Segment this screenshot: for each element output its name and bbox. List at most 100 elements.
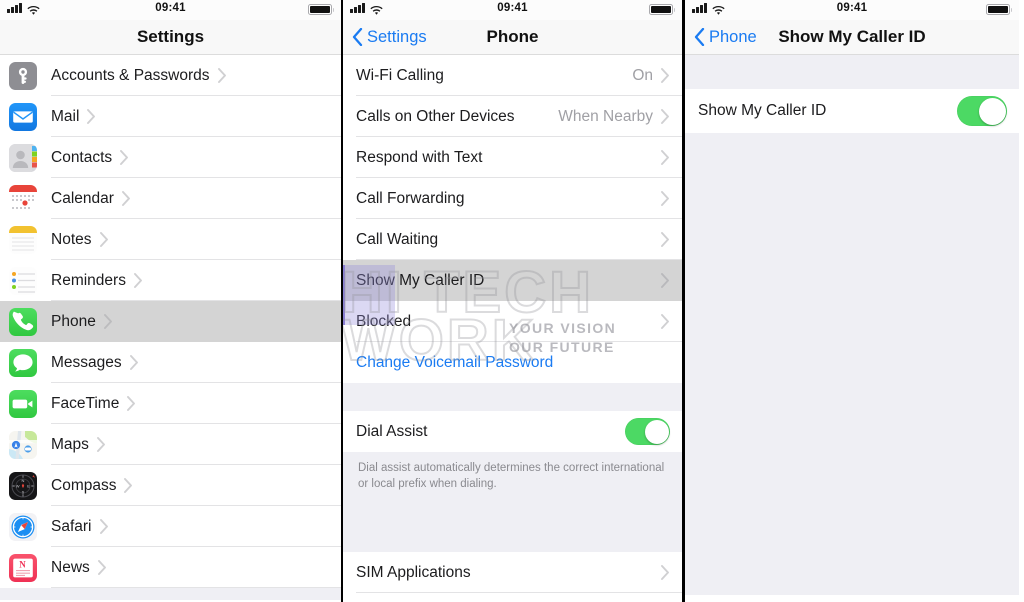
row-label: Respond with Text [356, 148, 483, 166]
sidebar-item-facetime[interactable]: FaceTime [0, 383, 341, 424]
battery-full-icon [985, 4, 1010, 15]
chevron-right-icon [661, 191, 670, 206]
safari-compass-icon [9, 512, 37, 541]
row-label: Blocked [356, 312, 412, 330]
status-bar-clock: 09:41 [155, 2, 186, 14]
chevron-right-icon [661, 109, 670, 124]
row-change-voicemail-password[interactable]: Change Voicemail Password [343, 342, 682, 383]
chevron-right-icon [129, 355, 139, 370]
nav-bar-phone: Settings Phone [343, 20, 682, 55]
sidebar-item-label: Notes [51, 230, 92, 248]
chevron-right-icon [661, 565, 670, 580]
chevron-right-icon [661, 150, 670, 165]
row-value: On [632, 66, 653, 84]
status-bar-right [648, 4, 675, 15]
status-bar: 09:41 [0, 0, 341, 20]
sidebar-item-label: Compass [51, 476, 117, 494]
row-show-my-caller-id-toggle[interactable]: Show My Caller ID [685, 89, 1019, 133]
chevron-right-icon [103, 314, 113, 329]
row-separator [51, 587, 341, 588]
sidebar-item-notes[interactable]: Notes [0, 219, 341, 260]
row-call-waiting[interactable]: Call Waiting [343, 219, 682, 260]
row-respond-with-text[interactable]: Respond with Text [343, 137, 682, 178]
chevron-right-icon [121, 191, 131, 206]
mail-envelope-icon [9, 102, 37, 131]
sidebar-item-mail[interactable]: Mail [0, 96, 341, 137]
sidebar-item-news[interactable]: N News [0, 547, 341, 588]
sidebar-item-calendar[interactable]: Calendar [0, 178, 341, 219]
facetime-camera-icon [9, 389, 37, 418]
top-gap [685, 55, 1019, 89]
sidebar-item-label: Maps [51, 435, 89, 453]
sidebar-item-label: Phone [51, 312, 96, 330]
show-caller-id-toggle[interactable] [957, 96, 1007, 126]
battery-cap [332, 7, 334, 12]
battery-full-icon [648, 4, 673, 15]
chevron-right-icon [120, 150, 129, 165]
row-label: Calls on Other Devices [356, 107, 515, 125]
sidebar-item-accounts-passwords[interactable]: Accounts & Passwords [0, 55, 341, 96]
status-bar: 09:41 [685, 0, 1019, 20]
sidebar-item-label: Messages [51, 353, 122, 371]
status-bar-clock: 09:41 [836, 2, 868, 14]
sidebar-item-contacts[interactable]: Contacts [0, 137, 341, 178]
settings-app-list: Accounts & Passwords Mail Contacts Calen… [0, 55, 341, 588]
sidebar-item-compass[interactable]: N SW E Compass [0, 465, 341, 506]
row-call-forwarding[interactable]: Call Forwarding [343, 178, 682, 219]
maps-icon [9, 430, 37, 459]
screen-show-my-caller-id: 09:41 Phone Show My Caller ID Show My Ca… [685, 0, 1019, 602]
key-icon [9, 61, 37, 90]
nav-bar-settings: Settings [0, 20, 341, 55]
nav-bar-caller-id: Phone Show My Caller ID [685, 20, 1019, 55]
screen-phone: 09:41 Settings Phone Wi-Fi Calling On Ca… [341, 0, 685, 602]
row-calls-on-other-devices[interactable]: Calls on Other Devices When Nearby [343, 96, 682, 137]
row-sim-applications[interactable]: SIM Applications [343, 552, 682, 594]
sidebar-item-reminders[interactable]: Reminders [0, 260, 341, 301]
phone-group-1: Wi-Fi Calling On Calls on Other Devices … [343, 55, 682, 383]
contacts-card-icon [9, 143, 37, 172]
list-bottom-gap [0, 588, 341, 600]
sidebar-item-maps[interactable]: Maps [0, 424, 341, 465]
battery-cap [1010, 7, 1012, 12]
status-bar-right [985, 4, 1012, 15]
back-button-settings[interactable]: Settings [352, 28, 427, 47]
back-button-phone[interactable]: Phone [694, 28, 757, 47]
news-icon: N [9, 553, 37, 582]
chevron-right-icon [134, 273, 143, 288]
sidebar-item-messages[interactable]: Messages [0, 342, 341, 383]
calendar-icon [9, 184, 37, 213]
svg-text:E: E [27, 483, 30, 488]
chevron-right-icon [661, 68, 670, 83]
bottom-fill [685, 133, 1019, 595]
sidebar-item-phone[interactable]: Phone [0, 301, 341, 342]
caller-id-group: Show My Caller ID [685, 89, 1019, 133]
row-label: Wi-Fi Calling [356, 66, 444, 84]
chevron-right-icon [124, 478, 133, 493]
dial-assist-note: Dial assist automatically determines the… [343, 452, 682, 505]
chevron-right-icon [97, 560, 107, 575]
status-bar: 09:41 [343, 0, 682, 20]
sidebar-item-label: FaceTime [51, 394, 120, 412]
row-dial-assist[interactable]: Dial Assist [343, 411, 682, 452]
row-show-my-caller-id[interactable]: Show My Caller ID [343, 260, 682, 301]
sidebar-item-safari[interactable]: Safari [0, 506, 341, 547]
section-gap-1 [343, 383, 682, 411]
svg-text:N: N [22, 477, 25, 482]
phone-handset-icon [9, 307, 37, 336]
sidebar-item-label: Mail [51, 107, 80, 125]
dial-assist-toggle[interactable] [625, 418, 670, 445]
screen-settings: 09:41 Settings Accounts & Passwords Mail… [0, 0, 341, 602]
svg-text:S: S [22, 489, 25, 494]
sidebar-item-label: News [51, 558, 90, 576]
chevron-right-icon [87, 109, 96, 124]
row-wifi-calling[interactable]: Wi-Fi Calling On [343, 55, 682, 96]
messages-bubble-icon [9, 348, 37, 377]
phone-group-3: SIM Applications SIM PIN [343, 552, 682, 602]
row-sim-pin[interactable]: SIM PIN [343, 593, 682, 602]
chevron-right-icon [99, 519, 109, 534]
sidebar-item-label: Accounts & Passwords [51, 66, 210, 84]
row-label: Dial Assist [356, 422, 428, 440]
row-blocked[interactable]: Blocked [343, 301, 682, 342]
status-bar-right [307, 4, 334, 15]
chevron-right-icon [99, 232, 109, 247]
